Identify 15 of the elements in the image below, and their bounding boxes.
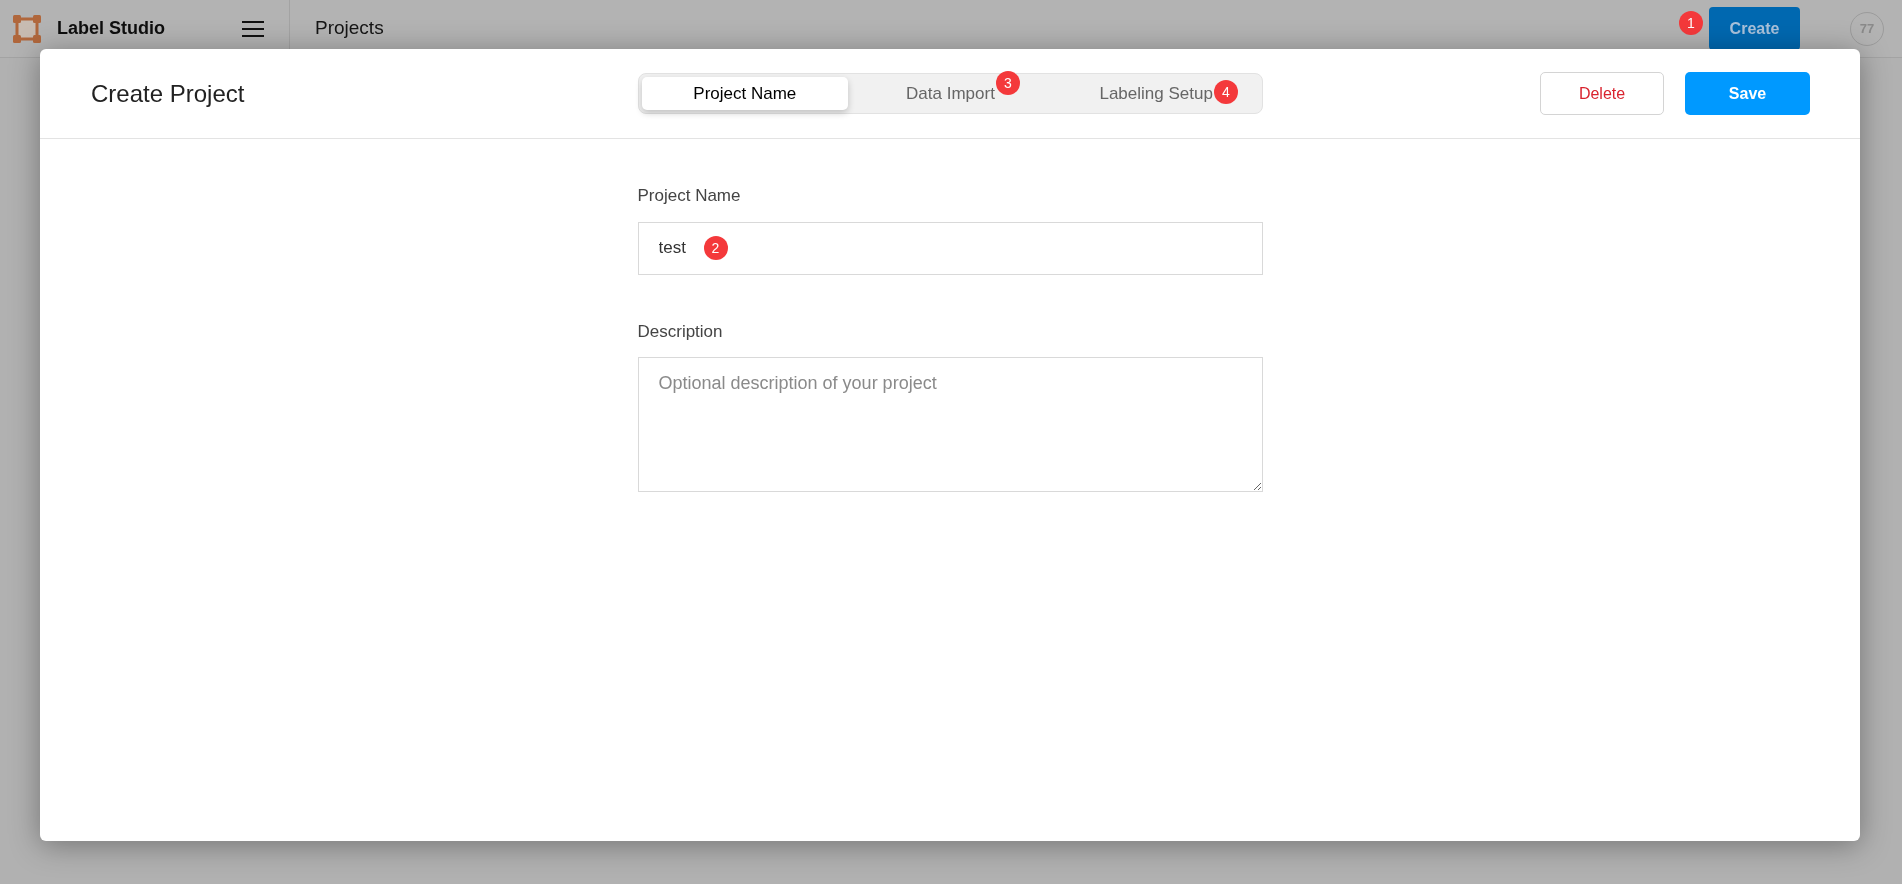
field-label: Description xyxy=(637,320,724,343)
number-badge: 3 xyxy=(995,70,1020,95)
number-badge: 4 xyxy=(1213,79,1238,104)
dialog-title: Create Project xyxy=(91,78,245,109)
field-label: Project Name xyxy=(637,185,742,207)
logo-icon xyxy=(13,14,41,43)
menu-icon[interactable] xyxy=(242,20,264,37)
number-badge: 1 xyxy=(1679,11,1703,35)
step-tab[interactable]: Project Name xyxy=(642,77,848,110)
create-button[interactable]: Create xyxy=(1709,7,1800,50)
delete-button[interactable]: Delete xyxy=(1540,72,1664,115)
description-input[interactable]: Optional description of your project xyxy=(637,357,1263,492)
page-title: Projects xyxy=(314,16,384,41)
save-button[interactable]: Save xyxy=(1685,72,1810,115)
app-name: Label Studio xyxy=(57,17,165,40)
